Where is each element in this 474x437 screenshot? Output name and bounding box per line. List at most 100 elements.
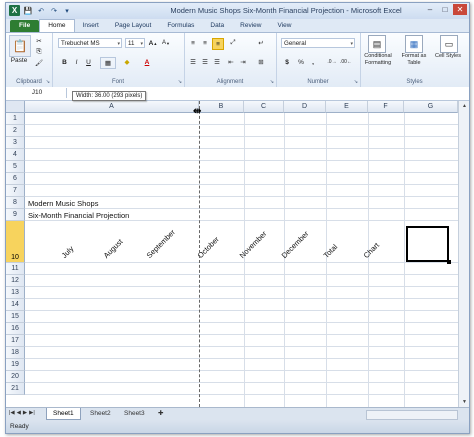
row-header[interactable]: 14 [6,299,25,311]
underline-button[interactable]: U [84,57,93,67]
insert-sheet-icon[interactable]: ✚ [152,408,169,419]
row-header[interactable]: 11 [6,263,25,275]
maximize-button[interactable]: □ [438,4,452,15]
font-launcher-icon[interactable]: ↘ [178,79,182,85]
row-header[interactable]: 8 [6,197,25,209]
cell-a8-title[interactable]: Modern Music Shops [28,199,98,208]
row-header[interactable]: 1 [6,113,25,125]
tab-page-layout[interactable]: Page Layout [107,20,160,32]
row-header[interactable]: 9 [6,209,25,221]
row-header[interactable]: 12 [6,275,25,287]
increase-decimal-icon[interactable]: .0→ [326,57,338,67]
first-sheet-icon[interactable]: |◀ [9,410,15,416]
horizontal-scrollbar[interactable] [366,410,458,420]
row-header[interactable]: 19 [6,359,25,371]
column-header-b[interactable]: B [199,101,244,113]
cell-styles-icon[interactable]: ▭ [440,35,458,53]
column-resize-cursor-icon[interactable]: ⇹ [193,106,201,117]
format-as-table-icon[interactable]: ▦ [405,35,423,53]
align-top-icon[interactable]: ≡ [188,38,198,48]
align-right-icon[interactable]: ☰ [212,57,222,67]
undo-icon[interactable]: ↶ [36,6,46,16]
wrap-text-icon[interactable]: ↵ [254,38,268,48]
header-total[interactable]: Total [322,242,340,260]
name-box[interactable]: J10 [8,88,67,98]
row-header[interactable]: 2 [6,125,25,137]
alignment-launcher-icon[interactable]: ↘ [270,79,274,85]
last-sheet-icon[interactable]: ▶| [29,410,35,416]
column-header-d[interactable]: D [284,101,326,113]
increase-indent-icon[interactable]: ⇥ [238,57,248,67]
grow-font-button[interactable]: A ▲ [148,38,158,48]
row-header[interactable]: 16 [6,323,25,335]
header-july[interactable]: July [60,244,76,260]
clipboard-launcher-icon[interactable]: ↘ [46,79,50,85]
tab-review[interactable]: Review [232,20,269,32]
tab-file[interactable]: File [10,20,40,32]
align-middle-icon[interactable]: ≡ [200,38,210,48]
row-header[interactable]: 7 [6,185,25,197]
merge-center-icon[interactable]: ⊞ [254,57,268,67]
decrease-decimal-icon[interactable]: .00← [340,57,352,67]
customize-qat-icon[interactable]: ▾ [62,6,72,16]
header-chart[interactable]: Chart [362,241,381,260]
header-august[interactable]: August [102,237,125,260]
row-header-selected[interactable]: 10 [6,221,25,263]
align-left-icon[interactable]: ☰ [188,57,198,67]
column-header-g[interactable]: G [404,101,458,113]
close-button[interactable]: ✕ [453,4,467,15]
excel-logo-icon[interactable]: X [9,5,20,16]
copy-icon[interactable]: ⎘ [34,47,44,56]
tab-home[interactable]: Home [39,19,75,32]
tab-view[interactable]: View [269,20,299,32]
sheet-tab-sheet1[interactable]: Sheet1 [46,408,81,420]
row-header[interactable]: 18 [6,347,25,359]
font-name-select[interactable]: Trebuchet MS ▾ [58,38,122,48]
sheet-tab-sheet2[interactable]: Sheet2 [84,408,117,419]
cell-a9-subtitle[interactable]: Six-Month Financial Projection [28,211,129,220]
header-september[interactable]: September [145,228,177,260]
align-center-icon[interactable]: ☰ [200,57,210,67]
row-header[interactable]: 13 [6,287,25,299]
next-sheet-icon[interactable]: ▶ [23,410,27,416]
conditional-formatting-button[interactable]: Conditional Formatting [360,53,396,67]
tab-insert[interactable]: Insert [75,20,107,32]
cut-icon[interactable]: ✂ [34,36,44,45]
active-cell-selection[interactable] [406,226,449,262]
select-all-corner[interactable] [6,101,25,113]
minimize-button[interactable]: – [423,4,437,15]
bold-button[interactable]: B [60,57,69,67]
currency-button[interactable]: $ [282,57,292,67]
fill-handle[interactable] [447,260,451,264]
row-header[interactable]: 5 [6,161,25,173]
orientation-icon[interactable]: ⤢ [226,38,240,48]
decrease-indent-icon[interactable]: ⇤ [226,57,236,67]
tab-formulas[interactable]: Formulas [159,20,202,32]
row-header[interactable]: 20 [6,371,25,383]
row-header[interactable]: 3 [6,137,25,149]
save-icon[interactable]: 💾 [23,6,33,16]
scroll-down-icon[interactable]: ▼ [459,397,469,407]
borders-button[interactable]: ▦ [100,57,116,69]
column-header-f[interactable]: F [368,101,404,113]
shrink-font-button[interactable]: A ▼ [161,38,171,48]
row-header[interactable]: 6 [6,173,25,185]
scroll-up-icon[interactable]: ▲ [459,101,469,111]
font-color-button[interactable]: A [140,57,154,67]
percent-button[interactable]: % [296,57,306,67]
fill-color-button[interactable]: ◆ [120,57,134,67]
column-header-c[interactable]: C [244,101,284,113]
worksheet-grid[interactable]: A B C D E F G 1 2 3 4 5 6 7 8 9 10 11 12… [6,101,458,407]
italic-button[interactable]: I [72,57,81,67]
cell-styles-button[interactable]: Cell Styles [432,53,464,60]
comma-button[interactable]: , [308,57,318,67]
font-size-select[interactable]: 11 ▾ [125,38,145,48]
number-format-select[interactable]: General ▾ [281,38,355,48]
row-header[interactable]: 17 [6,335,25,347]
format-painter-icon[interactable]: 🖌 [34,58,44,67]
vertical-scrollbar[interactable]: ▲ ▼ [458,101,469,407]
tab-data[interactable]: Data [202,20,232,32]
column-header-a[interactable]: A [25,101,199,113]
column-header-e[interactable]: E [326,101,368,113]
number-launcher-icon[interactable]: ↘ [354,79,358,85]
